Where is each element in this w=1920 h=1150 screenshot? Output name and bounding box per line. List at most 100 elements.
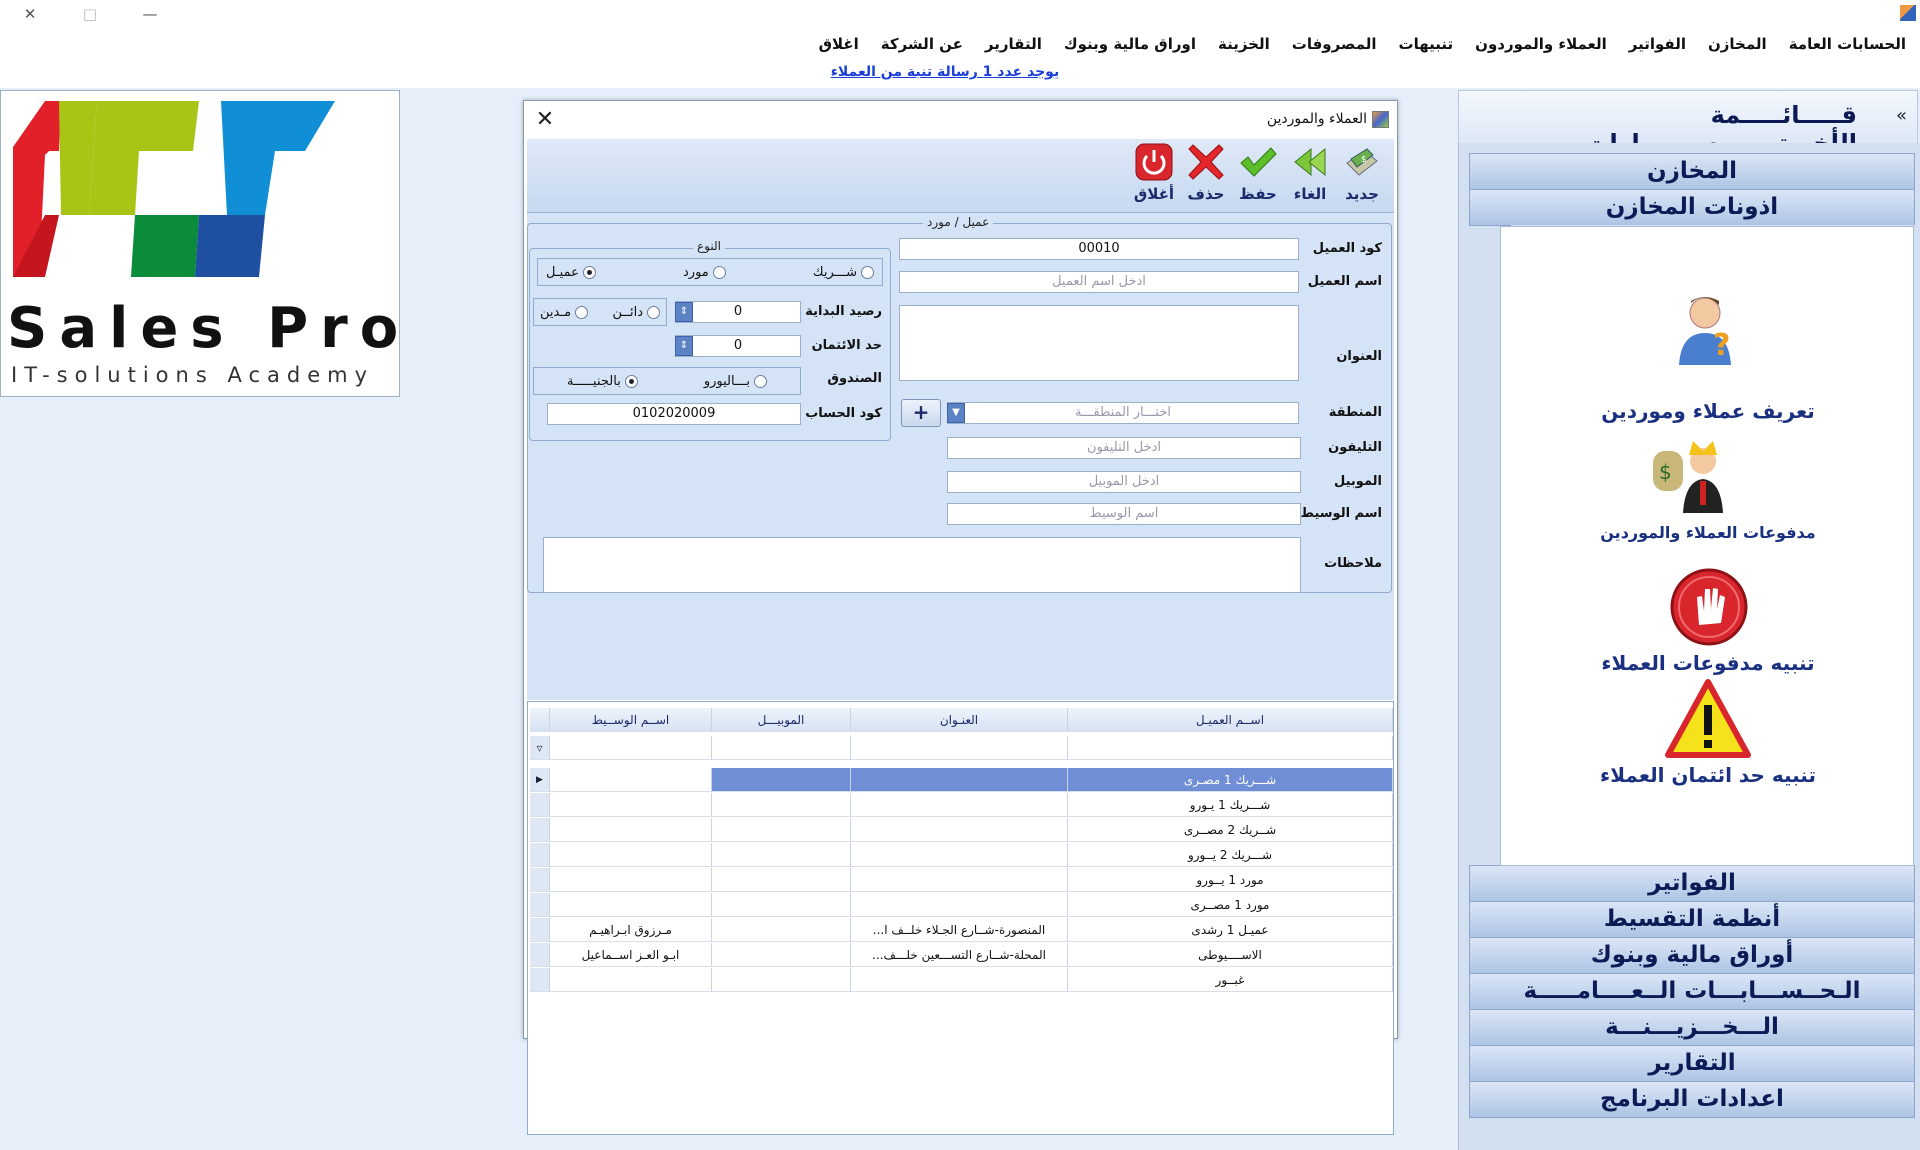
close-dialog-button[interactable]: أغلاق xyxy=(1130,143,1178,209)
warning-triangle-icon[interactable] xyxy=(1665,679,1751,763)
nav-section-button[interactable]: الـــخـــزيـــنـــة xyxy=(1469,1009,1915,1046)
grid-cell[interactable] xyxy=(712,918,851,942)
close-window-button[interactable]: ✕ xyxy=(12,2,48,26)
menu-expenses[interactable]: المصروفات xyxy=(1292,35,1377,53)
minimize-window-button[interactable]: — xyxy=(132,2,168,26)
grid-cell[interactable]: شـــريك 2 يــورو xyxy=(1068,843,1393,867)
menu-about[interactable]: عن الشركة xyxy=(881,35,963,53)
account-code-field[interactable]: 0102020009 xyxy=(547,403,801,425)
grid-cell[interactable]: مـرزوق ابـراهيـم xyxy=(550,918,712,942)
grid-cell[interactable] xyxy=(712,818,851,842)
maximize-window-button[interactable]: □ xyxy=(72,2,108,26)
grid-cell[interactable]: عميـل 1 رشدى xyxy=(1068,918,1393,942)
customer-code-field[interactable]: 00010 xyxy=(899,238,1299,260)
grid-cell[interactable] xyxy=(851,868,1068,892)
grid-cell[interactable] xyxy=(712,793,851,817)
grid-cell[interactable] xyxy=(550,818,712,842)
menu-alerts[interactable]: تنبيهات xyxy=(1399,35,1454,53)
grid-cell[interactable]: الاســــيوطى xyxy=(1068,943,1393,967)
grid-cell[interactable]: مورد 1 يــورو xyxy=(1068,868,1393,892)
define-customers-suppliers-link[interactable]: تعريف عملاء وموردين xyxy=(1501,399,1915,423)
filter-icon[interactable]: ▿ xyxy=(530,736,550,760)
debit-radio[interactable]: مـدين xyxy=(540,305,589,320)
current-row-indicator-icon[interactable]: ▶ xyxy=(530,768,550,792)
grid-filter-cell[interactable] xyxy=(550,736,712,760)
type-customer-radio[interactable]: عميـل xyxy=(546,265,596,280)
grid-cell[interactable] xyxy=(712,943,851,967)
customer-supplier-payments-link[interactable]: مدفوعات العملاء والموردين xyxy=(1501,523,1915,542)
cash-egp-radio[interactable]: بالجنيـــــة xyxy=(567,374,638,389)
menu-stores[interactable]: المخازن xyxy=(1708,35,1767,53)
menu-securities-banks[interactable]: اوراق مالية وبنوك xyxy=(1064,35,1196,53)
credit-limit-spin-icon[interactable]: ⇕ xyxy=(675,336,693,356)
grid-cell[interactable] xyxy=(712,968,851,992)
menu-close[interactable]: اغلاق xyxy=(819,35,859,53)
nav-section-button[interactable]: الفواتير xyxy=(1469,865,1915,902)
grid-cell[interactable]: المحلة-شــارع التســـعين خلـــف... xyxy=(851,943,1068,967)
save-button[interactable]: حفظ xyxy=(1234,143,1282,209)
region-select[interactable]: اختـــار المنطقـــة xyxy=(947,402,1299,424)
grid-header-cell[interactable]: اســم الوســيط xyxy=(550,708,712,732)
delete-button[interactable]: حذف xyxy=(1182,143,1230,209)
row-selector[interactable] xyxy=(530,893,550,917)
customer-define-icon[interactable]: ? xyxy=(1673,293,1743,377)
row-selector[interactable] xyxy=(530,868,550,892)
nav-section-button[interactable]: المخازن xyxy=(1469,153,1915,190)
type-partner-radio[interactable]: شـــريك xyxy=(813,265,874,280)
grid-cell[interactable] xyxy=(550,868,712,892)
grid-filter-cell[interactable] xyxy=(1068,736,1393,760)
grid-cell[interactable]: شــريك 2 مصــرى xyxy=(1068,818,1393,842)
menu-general-accounts[interactable]: الحسابات العامة xyxy=(1789,35,1906,53)
grid-cell[interactable] xyxy=(851,843,1068,867)
grid-cell[interactable] xyxy=(550,768,712,792)
credit-radio[interactable]: دائــن xyxy=(612,305,660,320)
nav-section-button[interactable]: التقارير xyxy=(1469,1045,1915,1082)
row-selector[interactable] xyxy=(530,968,550,992)
phone-input[interactable]: ادخل التليفون xyxy=(947,437,1301,459)
notes-input[interactable] xyxy=(543,537,1301,593)
menu-treasury[interactable]: الخزينة xyxy=(1218,35,1270,53)
opening-balance-spin-icon[interactable]: ⇕ xyxy=(675,302,693,322)
grid-cell[interactable] xyxy=(712,843,851,867)
grid-cell[interactable] xyxy=(851,968,1068,992)
row-selector[interactable] xyxy=(530,793,550,817)
mobile-input[interactable]: ادخل الموبيل xyxy=(947,471,1301,493)
grid-cell[interactable] xyxy=(550,893,712,917)
collapse-arrow-icon[interactable]: « xyxy=(1896,105,1907,126)
add-region-button[interactable]: + xyxy=(901,399,941,427)
grid-cell[interactable]: شـــريك 1 مصـرى xyxy=(1068,768,1393,792)
row-selector[interactable] xyxy=(530,843,550,867)
credit-limit-alert-link[interactable]: تنبيه حد ائتمان العملاء xyxy=(1501,763,1915,787)
grid-cell[interactable] xyxy=(550,843,712,867)
grid-cell[interactable] xyxy=(712,893,851,917)
row-selector[interactable] xyxy=(530,918,550,942)
nav-section-button[interactable]: الـحــســـابـــات الــعــــامـــــة xyxy=(1469,973,1915,1010)
address-input[interactable] xyxy=(899,305,1299,381)
grid-filter-cell[interactable] xyxy=(851,736,1068,760)
nav-section-button[interactable]: اذونات المخازن xyxy=(1469,189,1915,226)
customer-name-input[interactable]: ادخل اسم العميل xyxy=(899,271,1299,293)
grid-cell[interactable] xyxy=(712,768,851,792)
nav-section-button[interactable]: أنظمة التقسيط xyxy=(1469,901,1915,938)
grid-cell[interactable] xyxy=(550,793,712,817)
stop-hand-icon[interactable] xyxy=(1669,567,1749,651)
menu-customers-suppliers[interactable]: العملاء والموردون xyxy=(1475,35,1607,53)
grid-cell[interactable] xyxy=(851,893,1068,917)
grid-cell[interactable]: المنصورة-شــارع الجـلاء خلــف ا... xyxy=(851,918,1068,942)
grid-header-cell[interactable]: اســم العميـل xyxy=(1068,708,1393,732)
grid-cell[interactable]: ابـو العـز اســماعيل xyxy=(550,943,712,967)
grid-cell[interactable] xyxy=(550,968,712,992)
type-supplier-radio[interactable]: مورد xyxy=(683,265,726,280)
grid-cell[interactable] xyxy=(851,818,1068,842)
row-selector[interactable] xyxy=(530,818,550,842)
menu-reports[interactable]: التقارير xyxy=(985,35,1042,53)
nav-section-button[interactable]: أوراق مالية وبنوك xyxy=(1469,937,1915,974)
grid-cell[interactable] xyxy=(851,793,1068,817)
broker-name-input[interactable]: اسم الوسيط xyxy=(947,503,1301,525)
alert-message-link[interactable]: يوجد عدد 1 رسالة تنبة من العملاء xyxy=(831,64,1059,80)
menu-invoices[interactable]: الفواتير xyxy=(1629,35,1686,53)
customer-payments-icon[interactable]: $ xyxy=(1651,437,1741,521)
grid-cell[interactable] xyxy=(851,768,1068,792)
opening-balance-input[interactable]: 0 xyxy=(675,301,801,323)
dialog-close-button[interactable]: ✕ xyxy=(532,107,558,133)
